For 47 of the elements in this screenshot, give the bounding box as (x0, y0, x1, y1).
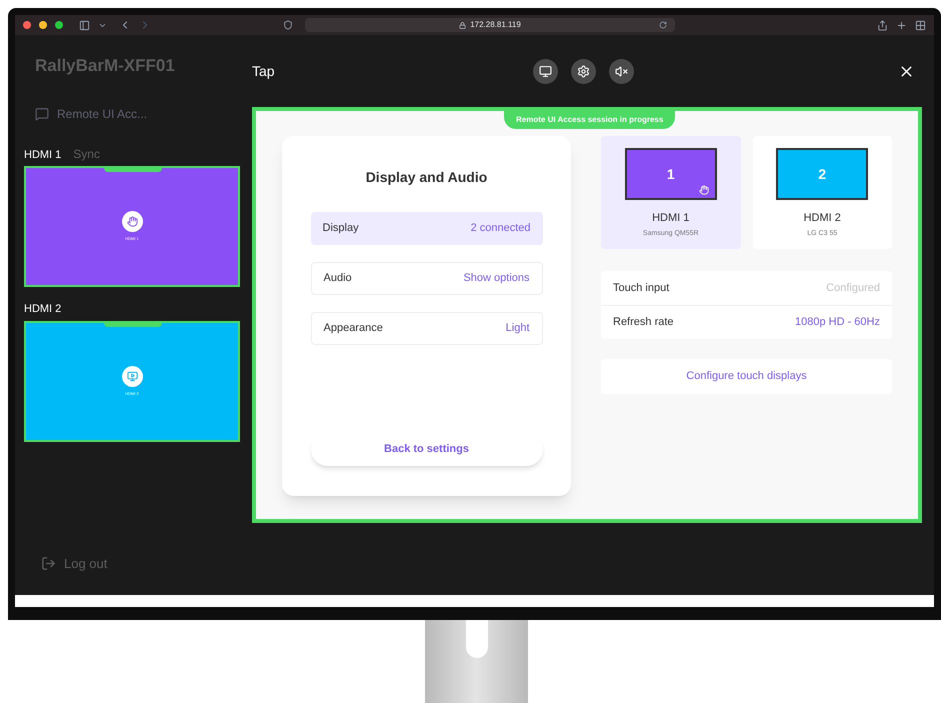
hand-icon (126, 216, 138, 227)
display-name: HDMI 1 (652, 211, 690, 226)
row-value: 2 connected (470, 221, 530, 236)
settings-row[interactable]: Display 2 connected (310, 212, 542, 245)
row-value: Show options (463, 271, 530, 286)
banner-pill (104, 322, 162, 326)
setting-label: Refresh rate (613, 315, 674, 330)
row-label: Appearance (324, 321, 383, 336)
settings-row[interactable]: Audio Show options (310, 262, 542, 295)
display-name: HDMI 2 (804, 211, 841, 226)
sidebar-icon[interactable] (79, 20, 90, 30)
share-icon[interactable] (877, 20, 888, 30)
device-name: RallyBarM-XFF01 (35, 55, 176, 77)
row-label: Display (322, 221, 359, 236)
monitor-icon (126, 370, 138, 382)
display-number: 2 (818, 164, 826, 184)
modal-title: Tap (252, 62, 276, 81)
settings-icon (577, 64, 590, 78)
back-button[interactable]: Back to settings (310, 433, 542, 466)
new-tab-icon[interactable] (896, 20, 907, 30)
configure-button[interactable]: Configure touch displays (601, 359, 892, 394)
card-title: Display and Audio (366, 168, 488, 187)
lock-icon (459, 22, 466, 28)
logout-icon (41, 556, 56, 571)
address-bar[interactable]: 172.28.81.119 (305, 18, 675, 32)
setting-label: Touch input (613, 280, 670, 296)
preview-label: HDMI 2 (24, 302, 62, 317)
stand-cutout (466, 620, 488, 658)
logout-link[interactable]: Log out (64, 554, 108, 573)
nav-item[interactable]: Remote UI Acc... (57, 104, 148, 122)
settings-button[interactable] (571, 58, 596, 84)
shield-icon[interactable] (283, 20, 293, 30)
reload-icon[interactable] (659, 21, 667, 29)
mute-icon (615, 64, 628, 78)
session-banner: Remote UI Access session in progress (504, 111, 676, 129)
banner-pill (104, 168, 162, 172)
preview-label: HDMI 1 (24, 148, 62, 162)
settings-row[interactable]: Appearance Light (310, 312, 542, 345)
display-number: 1 (666, 164, 675, 184)
setting-value[interactable]: 1080p HD - 60Hz (795, 314, 880, 331)
row-value: Light (506, 321, 530, 336)
tabs-icon[interactable] (915, 20, 926, 30)
url-text: 172.28.81.119 (470, 19, 521, 31)
row-label: Audio (324, 271, 352, 286)
sync-label: Sync (73, 146, 100, 162)
mute-button[interactable] (609, 58, 634, 84)
setting-value: Configured (826, 280, 880, 296)
